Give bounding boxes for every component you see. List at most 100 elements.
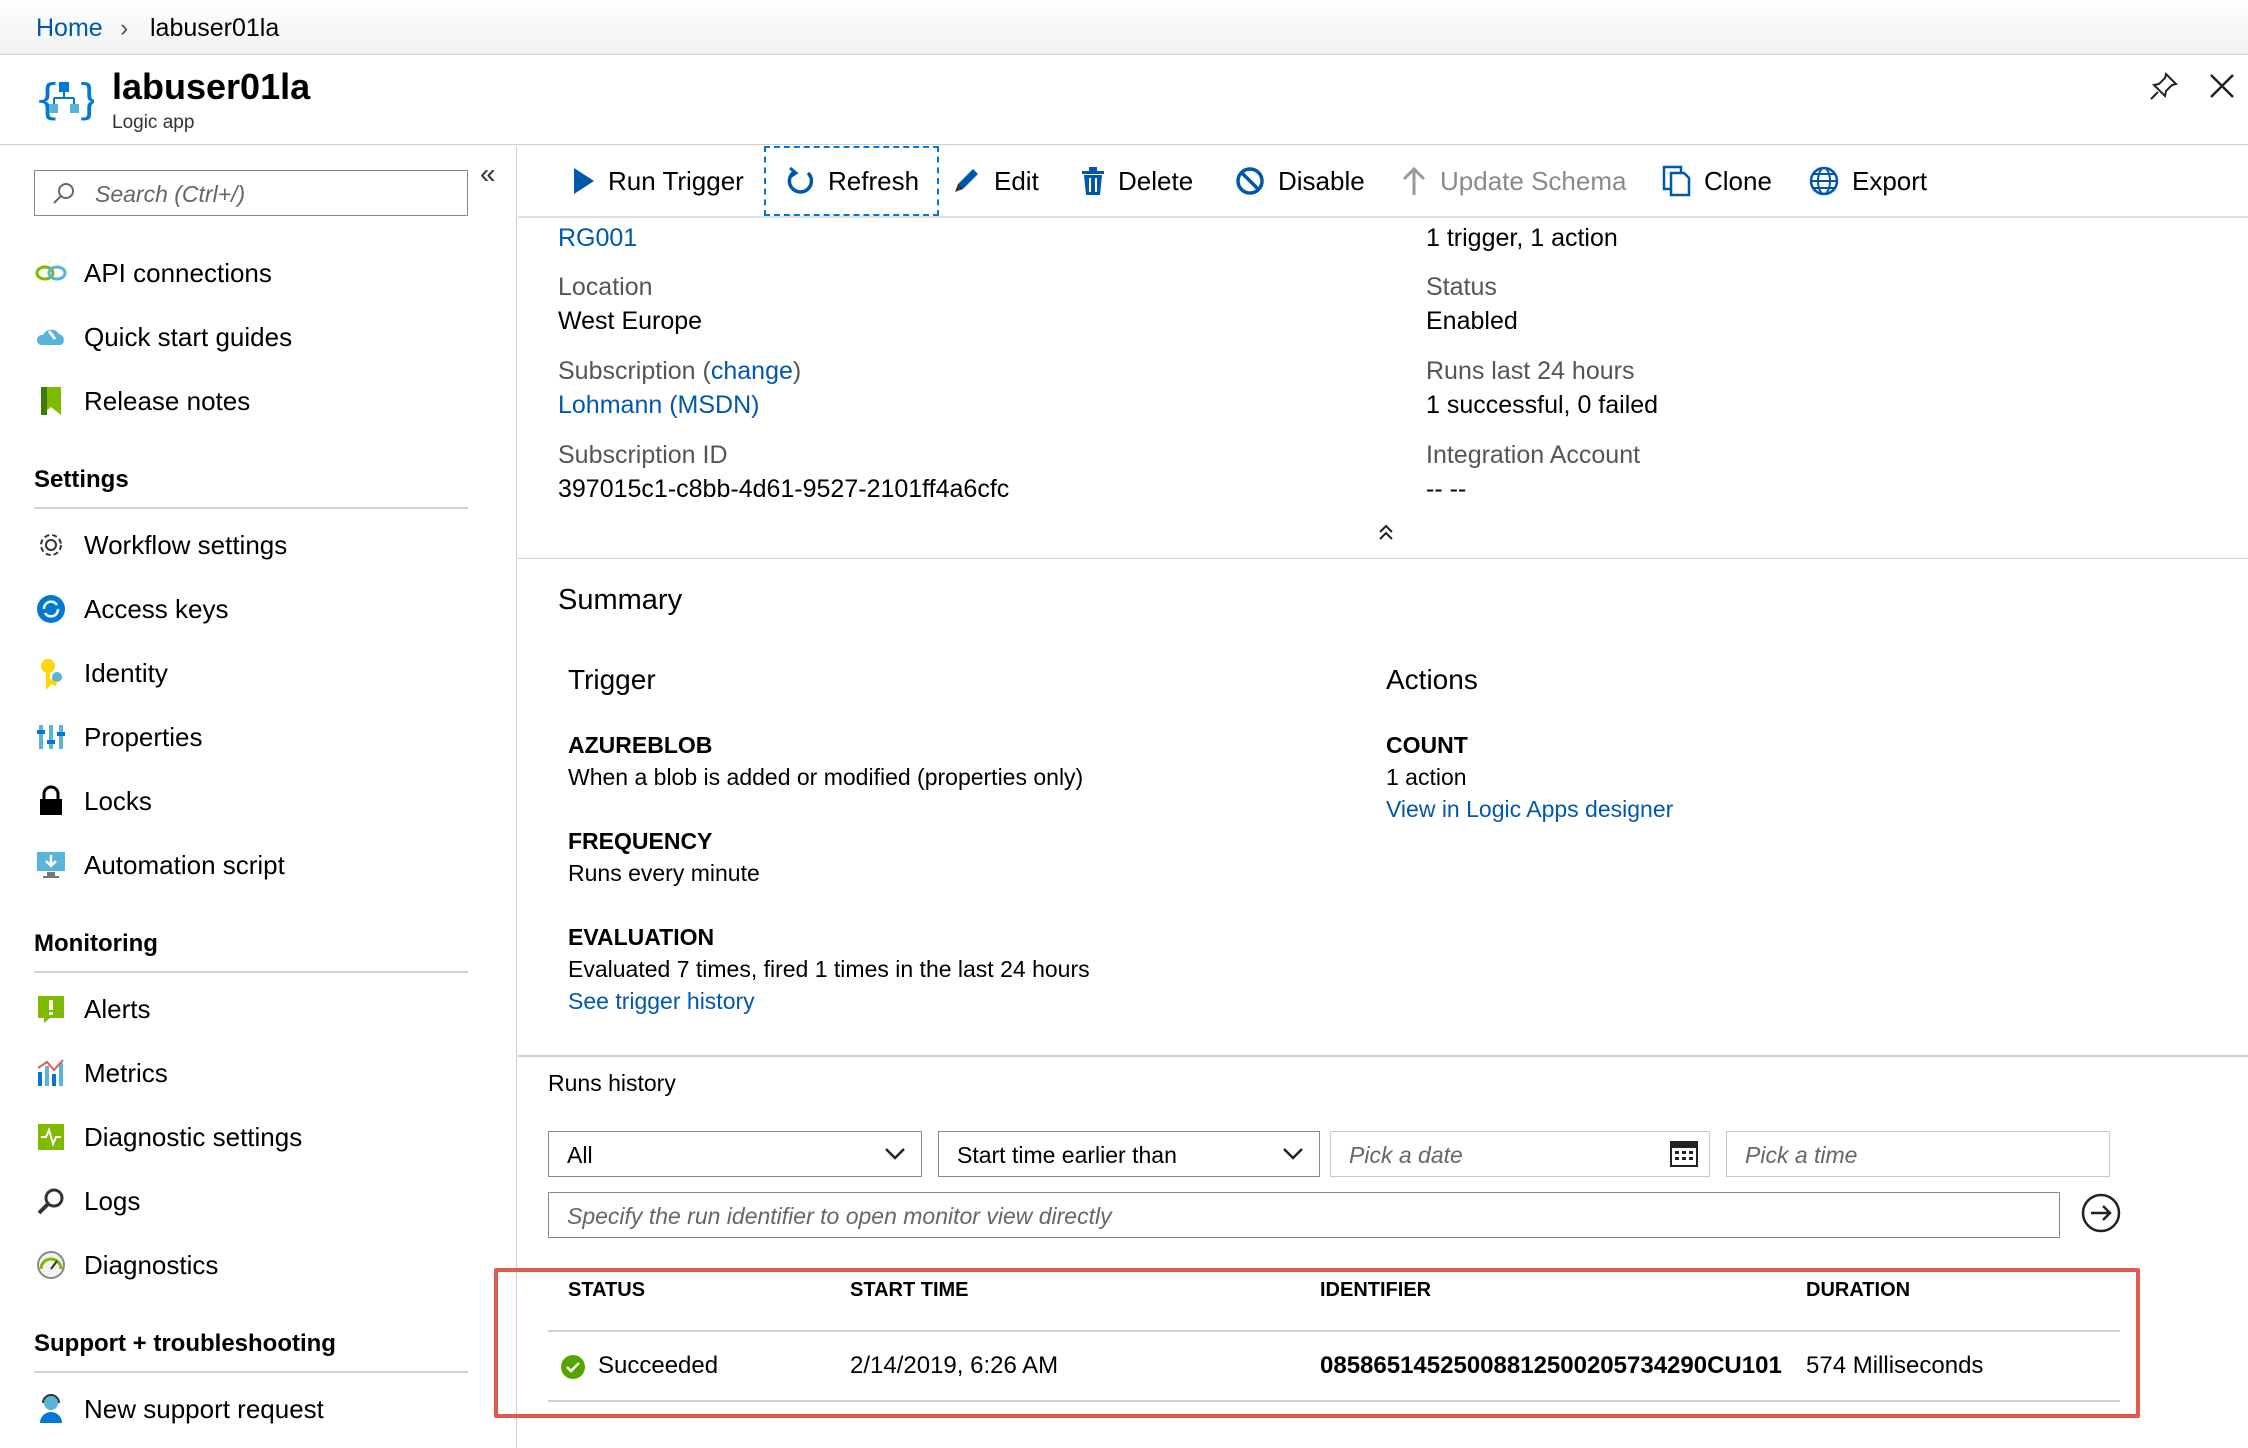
status-label: Status bbox=[1426, 273, 1497, 301]
arrow-up-icon bbox=[1400, 165, 1428, 197]
arrow-right-circle-icon bbox=[2081, 1193, 2121, 1233]
sidebar-item-label: New support request bbox=[84, 1393, 324, 1424]
logic-app-icon: { } bbox=[34, 72, 103, 131]
resource-header bbox=[0, 56, 2248, 145]
column-header-start-time: START TIME bbox=[850, 1279, 969, 1301]
frequency-value: Runs every minute bbox=[568, 860, 760, 886]
column-header-status: STATUS bbox=[568, 1279, 646, 1301]
azureblob-value: When a blob is added or modified (proper… bbox=[568, 764, 1084, 790]
run-identifier-input[interactable]: Specify the run identifier to open monit… bbox=[548, 1192, 2060, 1238]
time-placeholder: Pick a time bbox=[1745, 1142, 1858, 1168]
toolbar-divider bbox=[518, 216, 2248, 218]
calendar-icon[interactable] bbox=[1669, 1140, 1699, 1168]
success-check-icon bbox=[560, 1354, 586, 1385]
status-value: Enabled bbox=[1426, 307, 1518, 335]
section-divider bbox=[518, 1055, 2248, 1057]
sidebar-item-label: Logs bbox=[84, 1185, 141, 1216]
export-button[interactable]: Export bbox=[1808, 158, 1927, 204]
update-schema-label: Update Schema bbox=[1440, 165, 1627, 196]
sidebar-item-locks[interactable]: Locks bbox=[34, 781, 152, 821]
settings-heading: Settings bbox=[34, 466, 129, 493]
count-label: COUNT bbox=[1386, 732, 1468, 758]
monitor-download-icon bbox=[34, 848, 68, 882]
close-icon[interactable] bbox=[2208, 72, 2236, 105]
sidebar-item-label: Identity bbox=[84, 657, 168, 688]
divider bbox=[34, 971, 468, 973]
edit-button[interactable]: Edit bbox=[950, 158, 1039, 204]
monitoring-heading: Monitoring bbox=[34, 930, 158, 957]
link-icon bbox=[34, 256, 68, 290]
subscription-change-link[interactable]: change bbox=[711, 357, 793, 385]
divider bbox=[34, 507, 468, 509]
designer-link[interactable]: View in Logic Apps designer bbox=[1386, 796, 1673, 823]
metrics-icon bbox=[34, 1056, 68, 1090]
sidebar-item-access-keys[interactable]: Access keys bbox=[34, 589, 229, 629]
support-heading: Support + troubleshooting bbox=[34, 1330, 336, 1357]
identity-icon bbox=[34, 656, 68, 690]
refresh-button[interactable]: Refresh bbox=[764, 146, 940, 216]
bookmark-icon bbox=[34, 384, 68, 418]
breadcrumb: Home › labuser01la bbox=[0, 0, 2248, 55]
run-start-time: 2/14/2019, 6:26 AM bbox=[850, 1352, 1059, 1379]
sidebar-item-identity[interactable]: Identity bbox=[34, 653, 168, 693]
time-picker-input[interactable]: Pick a time bbox=[1726, 1131, 2110, 1177]
clone-label: Clone bbox=[1704, 165, 1772, 196]
update-schema-button[interactable]: Update Schema bbox=[1400, 158, 1626, 204]
trigger-history-link[interactable]: See trigger history bbox=[568, 988, 755, 1015]
runs-last-24-label: Runs last 24 hours bbox=[1426, 357, 1635, 385]
support-person-icon bbox=[34, 1392, 68, 1426]
breadcrumb-current: labuser01la bbox=[150, 14, 280, 42]
refresh-icon bbox=[784, 165, 816, 197]
integration-account-label: Integration Account bbox=[1426, 441, 1641, 469]
location-label: Location bbox=[558, 273, 653, 301]
sidebar-item-release-notes[interactable]: Release notes bbox=[34, 381, 250, 421]
clone-button[interactable]: Clone bbox=[1662, 158, 1772, 204]
subscription-id-value: 397015c1-c8bb-4d61-9527-2101ff4a6cfc bbox=[558, 475, 1010, 503]
search-placeholder: Search (Ctrl+/) bbox=[95, 181, 246, 207]
search-input[interactable]: Search (Ctrl+/) bbox=[34, 170, 468, 216]
time-filter-select[interactable]: Start time earlier than bbox=[938, 1131, 1320, 1177]
column-header-identifier: IDENTIFIER bbox=[1320, 1279, 1432, 1301]
sidebar-item-quick-start[interactable]: Quick start guides bbox=[34, 317, 292, 357]
sidebar-item-diagnostic-settings[interactable]: Diagnostic settings bbox=[34, 1117, 302, 1157]
sidebar-item-api-connections[interactable]: API connections bbox=[34, 253, 272, 293]
pin-icon[interactable] bbox=[2148, 70, 2180, 107]
breadcrumb-home-link[interactable]: Home bbox=[36, 14, 103, 43]
disable-button[interactable]: Disable bbox=[1234, 158, 1365, 204]
collapse-sidebar-icon[interactable]: « bbox=[480, 158, 496, 190]
resource-group-link[interactable]: RG001 bbox=[558, 224, 637, 253]
key-refresh-icon bbox=[34, 592, 68, 626]
sidebar-item-logs[interactable]: Logs bbox=[34, 1181, 140, 1221]
sidebar-item-properties[interactable]: Properties bbox=[34, 717, 203, 757]
status-filter-select[interactable]: All bbox=[548, 1131, 922, 1177]
clone-icon bbox=[1662, 165, 1692, 197]
subscription-link[interactable]: Lohmann (MSDN) bbox=[558, 391, 759, 420]
disable-icon bbox=[1234, 165, 1266, 197]
date-picker-input[interactable]: Pick a date bbox=[1330, 1131, 1710, 1177]
sidebar-item-workflow-settings[interactable]: Workflow settings bbox=[34, 525, 287, 565]
chevron-right-icon: › bbox=[120, 14, 129, 42]
play-icon bbox=[572, 166, 596, 196]
collapse-essentials-icon[interactable] bbox=[1374, 520, 1398, 549]
lock-icon bbox=[34, 784, 68, 818]
sidebar-item-diagnostics[interactable]: Diagnostics bbox=[34, 1245, 218, 1285]
delete-button[interactable]: Delete bbox=[1080, 158, 1193, 204]
search-logs-icon bbox=[34, 1184, 68, 1218]
edit-label: Edit bbox=[994, 165, 1039, 196]
sidebar-item-alerts[interactable]: Alerts bbox=[34, 989, 150, 1029]
definition-value: 1 trigger, 1 action bbox=[1426, 224, 1618, 252]
go-arrow-button[interactable] bbox=[2080, 1192, 2122, 1239]
azureblob-label: AZUREBLOB bbox=[568, 732, 713, 758]
gear-icon bbox=[34, 528, 68, 562]
runs-last-24-value: 1 successful, 0 failed bbox=[1426, 391, 1659, 419]
disable-label: Disable bbox=[1278, 165, 1365, 196]
sidebar-item-automation-script[interactable]: Automation script bbox=[34, 845, 285, 885]
time-filter-value: Start time earlier than bbox=[957, 1142, 1177, 1168]
sidebar-item-new-support-request[interactable]: New support request bbox=[34, 1389, 324, 1429]
run-identifier[interactable]: 08586514525008812500205734290CU101 bbox=[1320, 1352, 1782, 1380]
runs-history-heading: Runs history bbox=[548, 1070, 676, 1096]
sidebar-item-metrics[interactable]: Metrics bbox=[34, 1053, 168, 1093]
run-duration: 574 Milliseconds bbox=[1806, 1352, 1984, 1379]
export-label: Export bbox=[1852, 165, 1928, 196]
run-trigger-button[interactable]: Run Trigger bbox=[572, 158, 744, 204]
